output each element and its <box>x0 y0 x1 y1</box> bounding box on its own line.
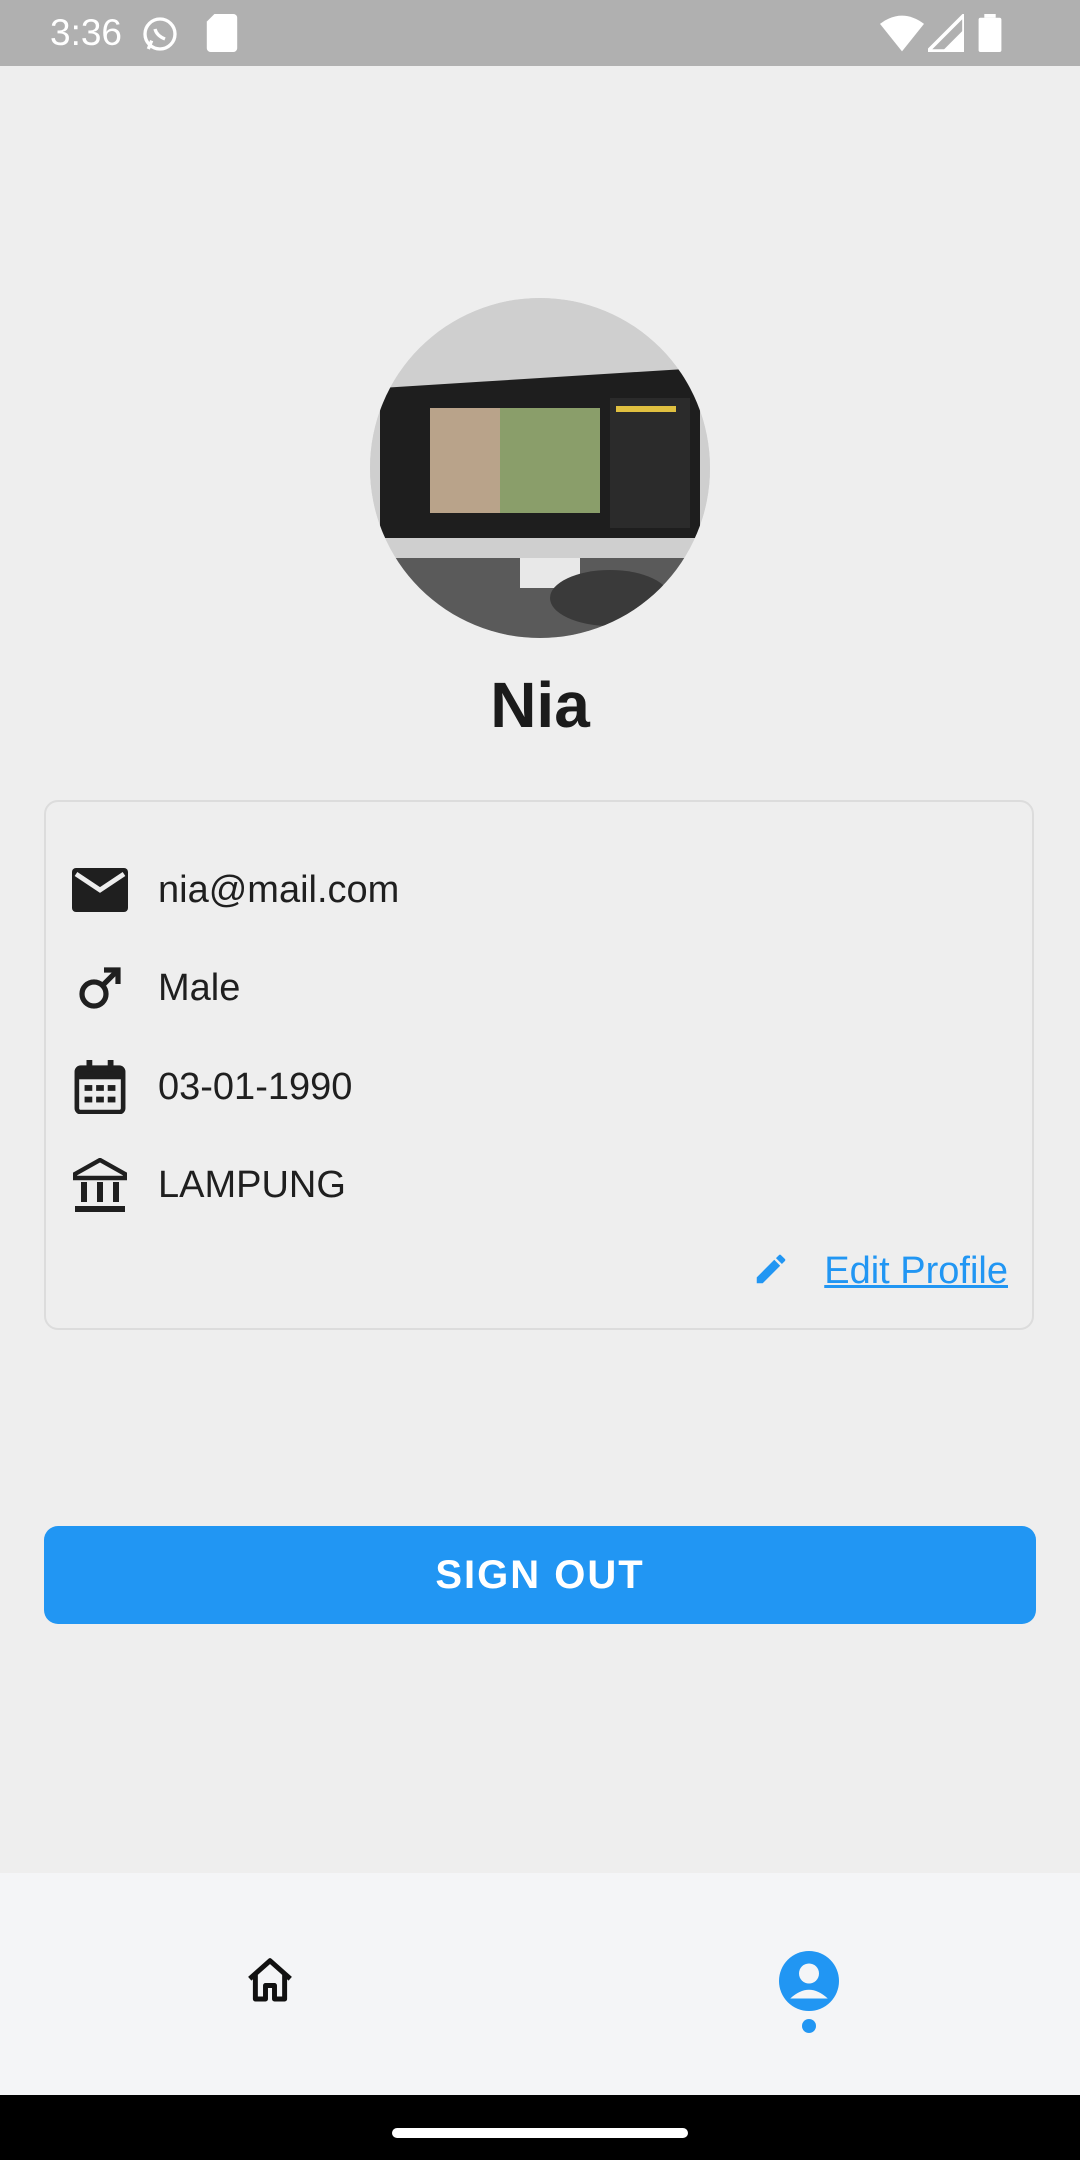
pencil-icon <box>752 1250 790 1293</box>
email-row: nia@mail.com <box>72 860 399 920</box>
male-icon <box>72 960 128 1016</box>
gender-text: Male <box>158 966 241 1009</box>
birthdate-row: 03-01-1990 <box>72 1057 352 1117</box>
province-text: LAMPUNG <box>158 1163 346 1206</box>
active-tab-indicator <box>802 2019 816 2033</box>
email-icon <box>72 862 128 918</box>
status-bar: 3:36 <box>0 0 1080 66</box>
wifi-icon <box>880 14 924 61</box>
sd-card-icon <box>206 14 238 61</box>
cellular-signal-icon <box>923 10 966 61</box>
battery-icon <box>978 14 1002 61</box>
home-icon[interactable] <box>240 1951 300 2011</box>
institution-icon <box>72 1157 128 1213</box>
edit-profile-label[interactable]: Edit Profile <box>824 1250 1008 1293</box>
province-row: LAMPUNG <box>72 1155 346 1215</box>
calendar-icon <box>72 1059 128 1115</box>
whatsapp-icon <box>140 14 180 63</box>
gender-row: Male <box>72 958 240 1018</box>
account-circle-icon[interactable] <box>779 1951 839 2011</box>
sign-out-button[interactable]: SIGN OUT <box>44 1526 1036 1624</box>
profile-name: Nia <box>490 669 590 741</box>
birthdate-text: 03-01-1990 <box>158 1065 353 1108</box>
profile-details-card: nia@mail.com Male 03-01-1990 LAMPUNG Edi… <box>44 800 1034 1330</box>
status-time: 3:36 <box>50 12 123 53</box>
profile-avatar <box>370 298 710 638</box>
email-text: nia@mail.com <box>158 868 400 911</box>
bottom-navigation <box>0 1873 1080 2095</box>
home-gesture-handle[interactable] <box>392 2128 688 2138</box>
edit-profile-link[interactable]: Edit Profile <box>752 1250 1008 1293</box>
